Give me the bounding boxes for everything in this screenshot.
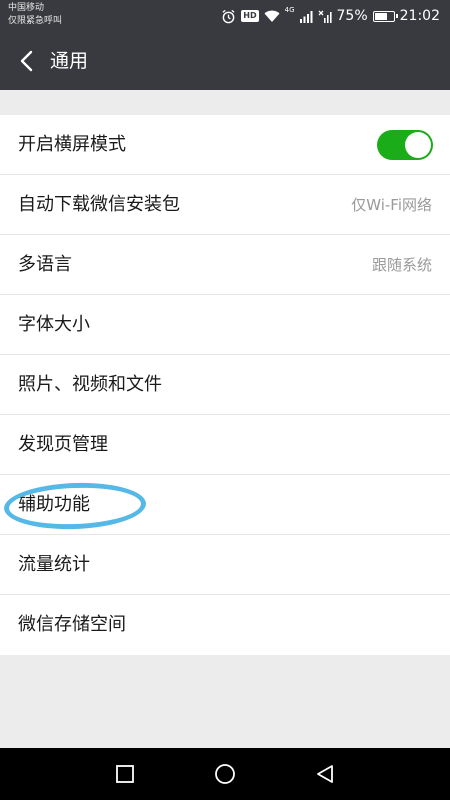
battery-icon <box>372 10 398 22</box>
toggle-knob <box>405 132 431 158</box>
network-type: 4G <box>284 6 295 14</box>
setting-language[interactable]: 多语言 跟随系统 <box>0 235 450 295</box>
nav-back-button[interactable] <box>305 754 345 794</box>
landscape-toggle[interactable] <box>377 130 433 160</box>
setting-label: 微信存储空间 <box>18 614 126 635</box>
battery-level <box>374 12 388 20</box>
recents-square-icon <box>116 765 134 783</box>
navigation-bar <box>0 748 450 800</box>
setting-label: 字体大小 <box>18 314 90 335</box>
battery-percent: 75% <box>336 8 368 24</box>
clock: 21:02 <box>399 8 440 24</box>
title-bar: 通用 <box>0 32 450 90</box>
setting-label: 自动下载微信安装包 <box>18 194 180 215</box>
signal-icon <box>299 10 313 23</box>
setting-label: 开启横屏模式 <box>18 134 126 155</box>
hd-icon: HD <box>241 10 259 22</box>
setting-value: 仅Wi-Fi网络 <box>351 196 432 214</box>
setting-auto-download-package[interactable]: 自动下载微信安装包 仅Wi-Fi网络 <box>0 175 450 235</box>
setting-accessibility[interactable]: 辅助功能 <box>0 475 450 535</box>
status-bar: 中国移动 仅限紧急呼叫 HD 4G 75% 21:02 <box>0 0 450 32</box>
emergency-only-text: 仅限紧急呼叫 <box>8 16 63 26</box>
home-circle-icon <box>215 764 235 784</box>
setting-label: 辅助功能 <box>18 494 90 515</box>
setting-discover-management[interactable]: 发现页管理 <box>0 415 450 475</box>
setting-photos-videos-files[interactable]: 照片、视频和文件 <box>0 355 450 415</box>
recents-button[interactable] <box>105 754 145 794</box>
chevron-left-icon <box>20 50 33 72</box>
back-triangle-icon <box>317 765 333 783</box>
home-button[interactable] <box>205 754 245 794</box>
setting-label: 照片、视频和文件 <box>18 374 162 395</box>
page-title: 通用 <box>50 50 89 72</box>
status-icons: HD 4G 75% 21:02 <box>221 0 440 32</box>
setting-font-size[interactable]: 字体大小 <box>0 295 450 355</box>
setting-label: 发现页管理 <box>18 434 108 455</box>
no-sim-signal-icon <box>318 10 332 23</box>
setting-data-usage[interactable]: 流量统计 <box>0 535 450 595</box>
setting-label: 多语言 <box>18 254 72 275</box>
wifi-icon <box>264 10 280 23</box>
carrier-name: 中国移动 <box>8 3 45 13</box>
setting-label: 流量统计 <box>18 554 90 575</box>
settings-list: 开启横屏模式 自动下载微信安装包 仅Wi-Fi网络 多语言 跟随系统 字体大小 … <box>0 115 450 655</box>
back-button[interactable] <box>8 42 44 80</box>
carrier-info: 中国移动 仅限紧急呼叫 <box>8 2 62 28</box>
setting-value: 跟随系统 <box>371 256 432 274</box>
alarm-icon <box>221 9 236 24</box>
setting-landscape-mode[interactable]: 开启横屏模式 <box>0 115 450 175</box>
setting-storage[interactable]: 微信存储空间 <box>0 595 450 655</box>
